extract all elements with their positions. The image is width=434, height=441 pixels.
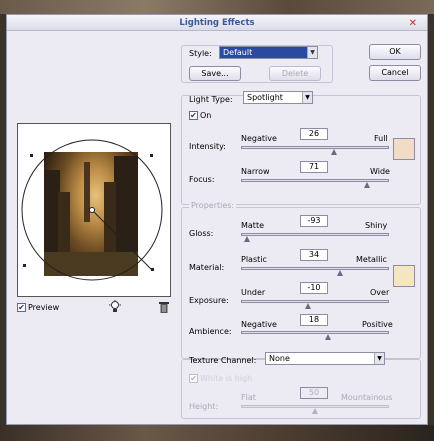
preview-checkbox[interactable]: ✔: [17, 303, 26, 312]
white-is-high-checkbox[interactable]: ✔: [189, 374, 198, 383]
ambience-max-label: Positive: [362, 320, 393, 329]
style-label: Style:: [189, 49, 212, 58]
texture-channel-value: None: [269, 354, 290, 363]
material-value-field[interactable]: 34: [300, 249, 328, 261]
ambience-slider-track[interactable]: [241, 331, 389, 334]
light-color-swatch[interactable]: [393, 138, 415, 160]
close-icon[interactable]: ✕: [409, 18, 417, 29]
intensity-max-label: Full: [374, 134, 388, 143]
save-style-button[interactable]: Save...: [189, 66, 241, 81]
gloss-max-label: Shiny: [365, 221, 388, 230]
chevron-down-icon: ▼: [374, 353, 384, 364]
focus-min-label: Narrow: [241, 167, 270, 176]
light-ellipse-overlay[interactable]: [18, 124, 172, 298]
height-slider-thumb[interactable]: [312, 408, 318, 414]
exposure-value-field[interactable]: -10: [300, 282, 328, 294]
ok-button[interactable]: OK: [369, 44, 421, 60]
texture-channel-label: Texture Channel:: [189, 356, 257, 365]
light-on-checkbox[interactable]: ✔: [189, 111, 198, 120]
chevron-down-icon: ▼: [307, 47, 317, 58]
intensity-label: Intensity:: [189, 142, 226, 151]
focus-label: Focus:: [189, 175, 215, 184]
lighting-effects-dialog: Lighting Effects ✕ ✔ Preview Style: Defa…: [6, 14, 428, 425]
title-bar: Lighting Effects ✕: [7, 15, 427, 31]
intensity-slider-track[interactable]: [241, 146, 389, 149]
height-label: Height:: [189, 402, 219, 411]
exposure-slider-track[interactable]: [241, 300, 389, 303]
gloss-value-field[interactable]: -93: [300, 215, 328, 227]
ambience-label: Ambience:: [189, 327, 232, 336]
ambience-value-field[interactable]: 18: [300, 314, 328, 326]
texture-channel-dropdown[interactable]: None ▼: [265, 352, 385, 365]
properties-group-label: Properties:: [189, 201, 237, 210]
intensity-slider-thumb[interactable]: [331, 149, 338, 155]
cancel-button[interactable]: Cancel: [369, 65, 421, 81]
style-value: Default: [223, 48, 253, 57]
trash-icon[interactable]: [159, 301, 169, 313]
focus-max-label: Wide: [370, 167, 390, 176]
white-is-high-label: White is high: [200, 374, 253, 383]
light-type-dropdown[interactable]: Spotlight ▼: [243, 91, 313, 104]
exposure-min-label: Under: [241, 288, 266, 297]
preview-canvas[interactable]: [17, 123, 171, 297]
style-dropdown[interactable]: Default ▼: [219, 46, 318, 59]
ambience-slider-thumb[interactable]: [325, 334, 332, 340]
material-min-label: Plastic: [241, 255, 267, 264]
height-min-label: Flat: [241, 393, 256, 402]
gloss-min-label: Matte: [241, 221, 264, 230]
background-right: [428, 14, 434, 425]
material-label: Material:: [189, 263, 225, 272]
focus-slider-thumb[interactable]: [363, 182, 370, 188]
height-value-field[interactable]: 50: [300, 387, 328, 399]
delete-style-button[interactable]: Delete: [269, 66, 321, 81]
gloss-slider-thumb[interactable]: [243, 236, 250, 242]
light-type-label: Light Type:: [189, 95, 233, 104]
light-on-label: On: [200, 111, 212, 120]
height-max-label: Mountainous: [341, 393, 393, 402]
intensity-value-field[interactable]: 26: [300, 128, 328, 140]
ambient-color-swatch[interactable]: [393, 265, 415, 287]
material-max-label: Metallic: [356, 255, 387, 264]
background-bottom: [0, 425, 434, 441]
light-type-value: Spotlight: [247, 93, 283, 102]
intensity-min-label: Negative: [241, 134, 277, 143]
gloss-slider-track[interactable]: [241, 233, 389, 236]
dialog-title: Lighting Effects: [179, 18, 255, 28]
light-bulb-icon[interactable]: [109, 300, 121, 314]
focus-value-field[interactable]: 71: [300, 161, 328, 173]
chevron-down-icon: ▼: [302, 92, 312, 103]
material-slider-track[interactable]: [241, 267, 389, 270]
background-top: [0, 0, 434, 14]
preview-label: Preview: [28, 303, 60, 312]
material-slider-thumb[interactable]: [337, 270, 344, 276]
exposure-slider-thumb[interactable]: [304, 303, 311, 309]
gloss-label: Gloss:: [189, 229, 214, 238]
ambience-min-label: Negative: [241, 320, 277, 329]
exposure-label: Exposure:: [189, 296, 229, 305]
exposure-max-label: Over: [370, 288, 390, 297]
